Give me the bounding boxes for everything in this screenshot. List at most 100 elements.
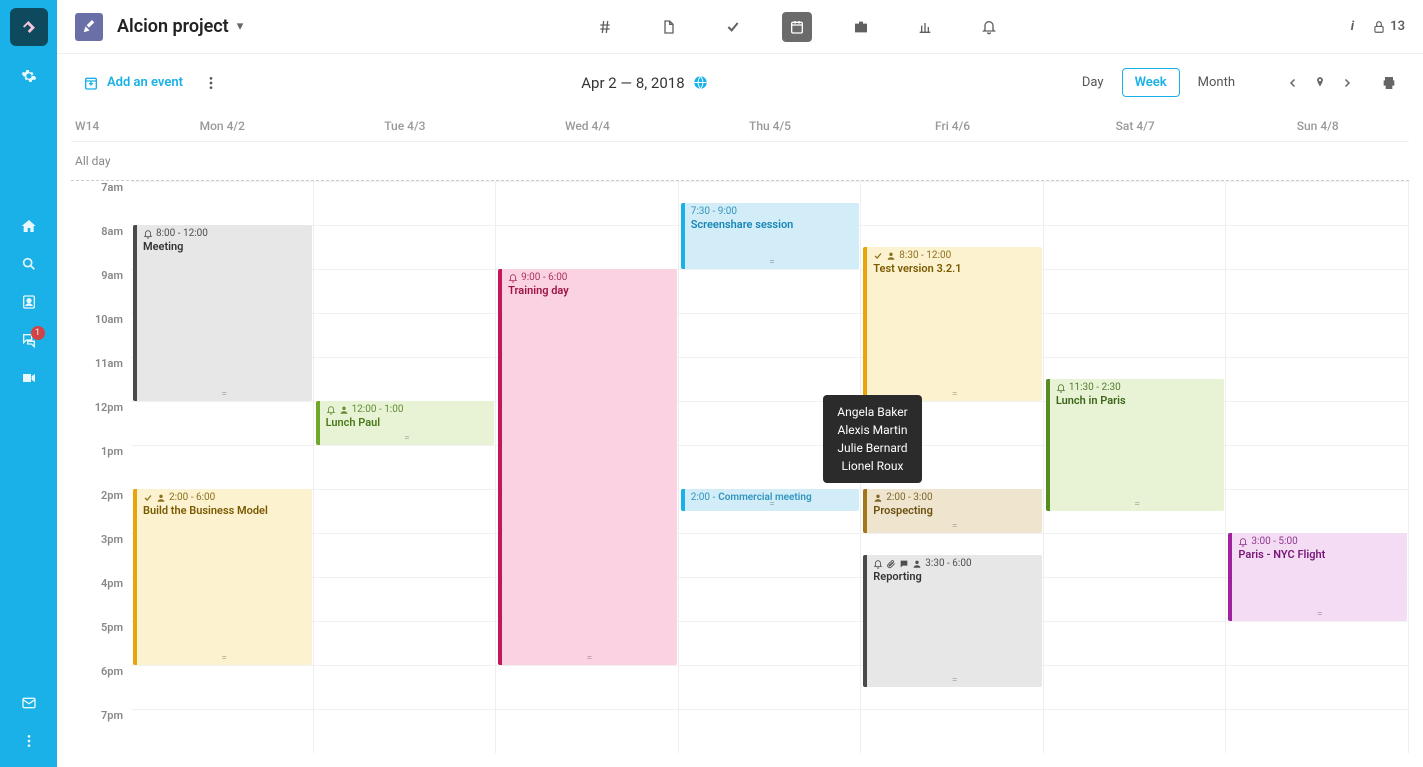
view-week-button[interactable]: Week (1122, 68, 1180, 97)
calendar-event[interactable]: 11:30 - 2:30Lunch in Paris= (1046, 379, 1225, 511)
calendar-event[interactable]: 3:30 - 6:00Reporting= (863, 555, 1042, 687)
calendar-cell[interactable] (314, 489, 497, 533)
calendar-cell[interactable] (679, 269, 862, 313)
day-header[interactable]: Thu 4/5 (679, 119, 862, 133)
calendar-cell[interactable] (1226, 181, 1409, 225)
calendar-cell[interactable] (1044, 621, 1227, 665)
calendar-cell[interactable] (1044, 533, 1227, 577)
calendar-cell[interactable] (679, 445, 862, 489)
calendar-cell[interactable] (1226, 621, 1409, 665)
calendar-cell[interactable] (1226, 313, 1409, 357)
calendar-cell[interactable] (679, 577, 862, 621)
day-header[interactable]: Sat 4/7 (1044, 119, 1227, 133)
calendar-cell[interactable] (314, 269, 497, 313)
calendar-cell[interactable] (861, 445, 1044, 489)
calendar-cell[interactable] (679, 533, 862, 577)
info-icon[interactable]: i (1351, 19, 1354, 34)
calendar-event[interactable]: 12:00 - 1:00Lunch Paul= (316, 401, 495, 445)
calendar-cell[interactable] (1226, 489, 1409, 533)
day-header[interactable]: Sun 4/8 (1226, 119, 1409, 133)
calendar-cell[interactable] (314, 181, 497, 225)
calendar-cell[interactable] (314, 577, 497, 621)
bell-tab[interactable] (974, 12, 1004, 42)
mail-icon[interactable] (21, 695, 37, 711)
calendar-event[interactable]: 2:00 - 3:00Prospecting= (863, 489, 1042, 533)
globe-icon[interactable] (693, 75, 708, 90)
calendar-cell[interactable] (496, 709, 679, 753)
check-tab[interactable] (718, 12, 748, 42)
more-vertical-icon[interactable] (203, 75, 219, 91)
day-header[interactable]: Mon 4/2 (131, 119, 314, 133)
day-header[interactable]: Tue 4/3 (314, 119, 497, 133)
hash-tab[interactable] (590, 12, 620, 42)
search-icon[interactable] (21, 256, 37, 272)
calendar-cell[interactable] (131, 445, 314, 489)
calendar-cell[interactable] (1226, 665, 1409, 709)
calendar-cell[interactable] (1226, 357, 1409, 401)
chat-icon[interactable]: 1 (21, 332, 37, 348)
calendar-cell[interactable] (314, 621, 497, 665)
calendar-cell[interactable] (1044, 181, 1227, 225)
next-button[interactable] (1341, 77, 1353, 89)
day-header[interactable]: Wed 4/4 (496, 119, 679, 133)
app-logo[interactable] (10, 8, 48, 46)
print-icon[interactable] (1381, 75, 1397, 91)
calendar-event[interactable]: 3:00 - 5:00Paris - NYC Flight= (1228, 533, 1407, 621)
calendar-cell[interactable] (1044, 269, 1227, 313)
project-selector[interactable]: Alcion project ▾ (117, 16, 243, 37)
calendar-cell[interactable] (679, 665, 862, 709)
calendar-cell[interactable] (496, 225, 679, 269)
day-header[interactable]: Fri 4/6 (861, 119, 1044, 133)
contacts-icon[interactable] (21, 294, 37, 310)
calendar-cell[interactable] (1044, 225, 1227, 269)
calendar-cell[interactable] (861, 709, 1044, 753)
view-day-button[interactable]: Day (1070, 69, 1116, 96)
calendar-cell[interactable] (1226, 401, 1409, 445)
gear-icon[interactable] (21, 68, 37, 84)
video-icon[interactable] (21, 370, 37, 386)
calendar-cell[interactable] (314, 665, 497, 709)
calendar-cell[interactable] (679, 313, 862, 357)
calendar-event[interactable]: 2:00 - 6:00Build the Business Model= (133, 489, 312, 665)
calendar-cell[interactable] (314, 445, 497, 489)
calendar-cell[interactable] (496, 665, 679, 709)
calendar-cell[interactable] (131, 709, 314, 753)
calendar-cell[interactable] (1044, 313, 1227, 357)
calendar-event[interactable]: 8:00 - 12:00Meeting= (133, 225, 312, 401)
home-icon[interactable] (21, 218, 37, 234)
chart-tab[interactable] (910, 12, 940, 42)
calendar-cell[interactable] (1044, 577, 1227, 621)
more-vertical-icon[interactable] (21, 733, 37, 749)
calendar-cell[interactable] (314, 709, 497, 753)
calendar-cell[interactable] (496, 181, 679, 225)
calendar-event[interactable]: 7:30 - 9:00Screenshare session= (681, 203, 860, 269)
calendar-cell[interactable] (679, 621, 862, 665)
calendar-cell[interactable] (679, 709, 862, 753)
calendar-cell[interactable] (314, 313, 497, 357)
calendar-event[interactable]: 9:00 - 6:00Training day= (498, 269, 677, 665)
calendar-cell[interactable] (1226, 445, 1409, 489)
file-tab[interactable] (654, 12, 684, 42)
pin-icon[interactable] (1313, 76, 1327, 90)
calendar-event[interactable]: 2:00 - Commercial meeting= (681, 489, 860, 511)
calendar-cell[interactable] (131, 401, 314, 445)
briefcase-tab[interactable] (846, 12, 876, 42)
calendar-cell[interactable] (1226, 709, 1409, 753)
calendar-cell[interactable] (314, 225, 497, 269)
add-event-button[interactable]: Add an event (83, 75, 183, 91)
calendar-tab[interactable] (782, 12, 812, 42)
calendar-event[interactable]: 8:30 - 12:00Test version 3.2.1= (863, 247, 1042, 401)
prev-button[interactable] (1287, 77, 1299, 89)
lock-count[interactable]: 13 (1372, 19, 1405, 34)
view-month-button[interactable]: Month (1186, 69, 1247, 96)
calendar-cell[interactable] (131, 665, 314, 709)
calendar-cell[interactable] (679, 401, 862, 445)
calendar-cell[interactable] (1226, 269, 1409, 313)
calendar-cell[interactable] (314, 357, 497, 401)
calendar-cell[interactable] (679, 357, 862, 401)
calendar-cell[interactable] (1226, 225, 1409, 269)
calendar-cell[interactable] (1044, 709, 1227, 753)
calendar-cell[interactable] (314, 533, 497, 577)
calendar-cell[interactable] (131, 181, 314, 225)
calendar-cell[interactable] (861, 181, 1044, 225)
